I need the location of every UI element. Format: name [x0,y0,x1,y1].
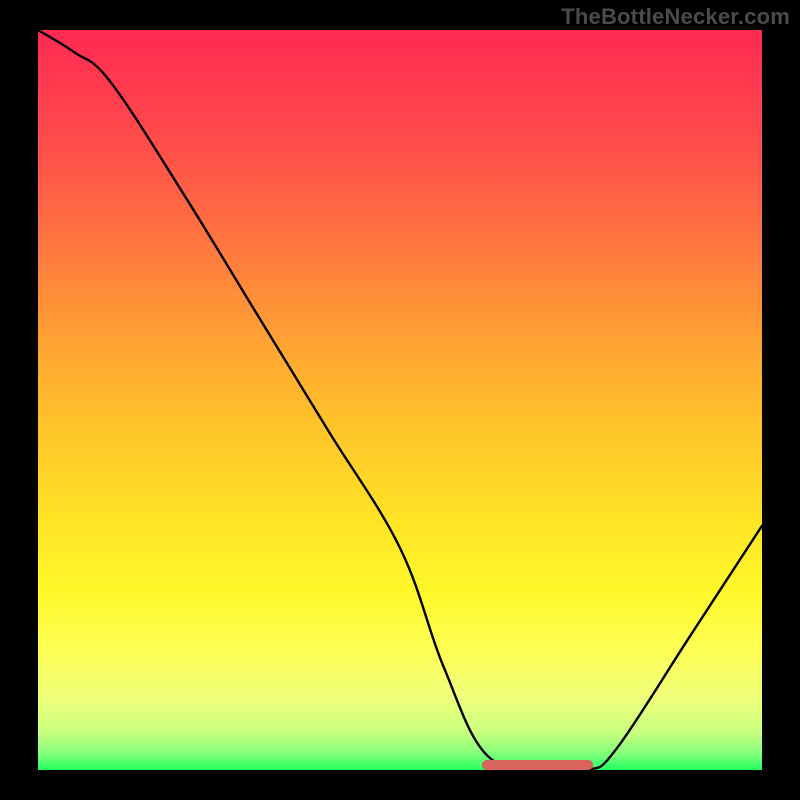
watermark-text: TheBottleNecker.com [561,4,790,30]
chart-frame: TheBottleNecker.com [0,0,800,800]
chart-svg [38,30,762,770]
plot-area [38,30,762,770]
bottleneck-curve [38,30,762,770]
